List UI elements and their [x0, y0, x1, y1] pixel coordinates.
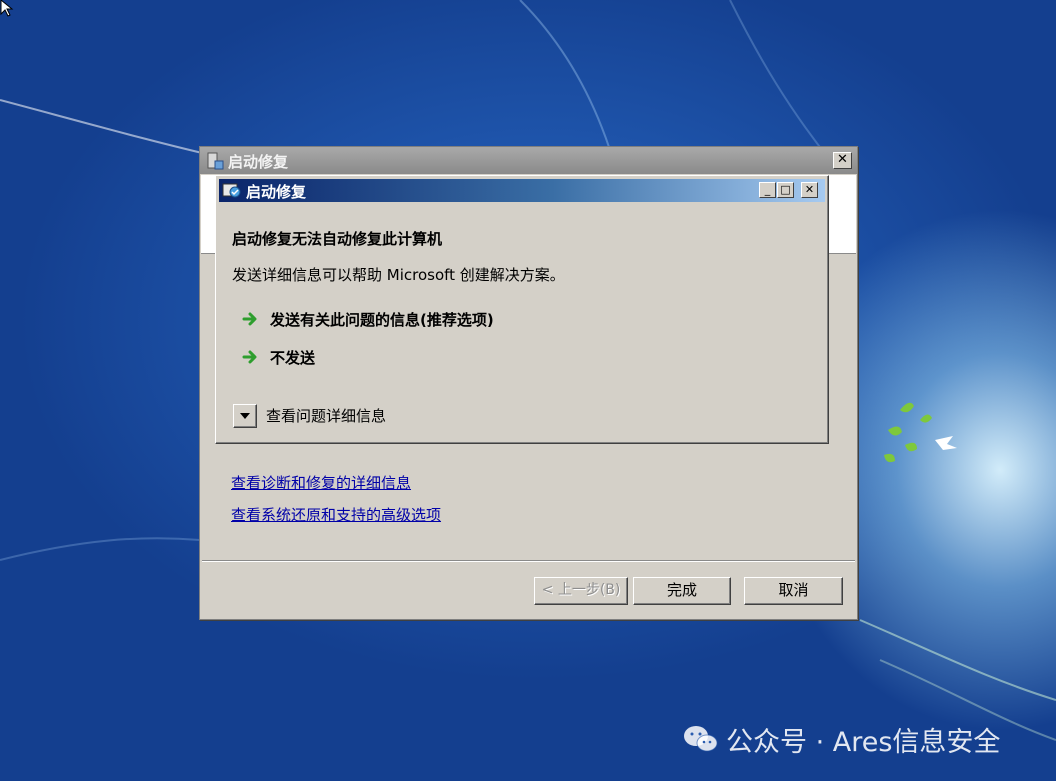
advanced-options-link[interactable]: 查看系统还原和支持的高级选项	[231, 504, 441, 525]
chevron-down-icon	[240, 413, 250, 419]
wechat-icon	[684, 726, 718, 752]
send-info-label: 发送有关此问题的信息(推荐选项)	[270, 311, 494, 329]
finish-button[interactable]: 完成	[633, 577, 731, 605]
dialog-heading: 启动修复无法自动修复此计算机	[232, 230, 443, 248]
minimize-button[interactable]: _	[759, 182, 776, 198]
green-arrow-icon	[242, 312, 257, 326]
problem-report-dialog: 启动修复 _ □ ✕ 启动修复无法自动修复此计算机 发送详细信息可以帮助 Mic…	[215, 175, 829, 444]
green-arrow-icon	[242, 350, 257, 364]
footer-divider	[202, 560, 855, 562]
dont-send-label: 不发送	[270, 349, 316, 367]
cancel-button[interactable]: 取消	[744, 577, 843, 605]
watermark-text: 公众号 · Ares信息安全	[726, 727, 1001, 758]
maximize-button[interactable]: □	[777, 182, 794, 198]
details-toggle-label[interactable]: 查看问题详细信息	[266, 405, 386, 426]
outer-title-text: 启动修复	[228, 153, 289, 171]
links-group: 查看诊断和修复的详细信息 查看系统还原和支持的高级选项	[231, 472, 441, 536]
diagnosis-details-link[interactable]: 查看诊断和修复的详细信息	[231, 472, 441, 493]
dialog-close-button[interactable]: ✕	[801, 182, 818, 198]
dialog-description: 发送详细信息可以帮助 Microsoft 创建解决方案。	[232, 266, 565, 284]
dialog-title-text: 启动修复	[246, 183, 307, 201]
startup-repair-app-icon	[207, 152, 224, 170]
details-expand-button[interactable]	[233, 404, 257, 428]
windows-logo-leaves	[884, 402, 932, 463]
mouse-cursor-icon	[0, 0, 14, 17]
outer-title-bar[interactable]: 启动修复 ✕	[200, 147, 857, 174]
close-button[interactable]: ✕	[833, 152, 852, 169]
back-button[interactable]: < 上一步(B)	[534, 577, 628, 605]
dialog-title-bar[interactable]: 启动修复 _ □ ✕	[219, 179, 825, 202]
white-bird	[935, 436, 957, 450]
problem-reporting-icon	[222, 183, 241, 198]
